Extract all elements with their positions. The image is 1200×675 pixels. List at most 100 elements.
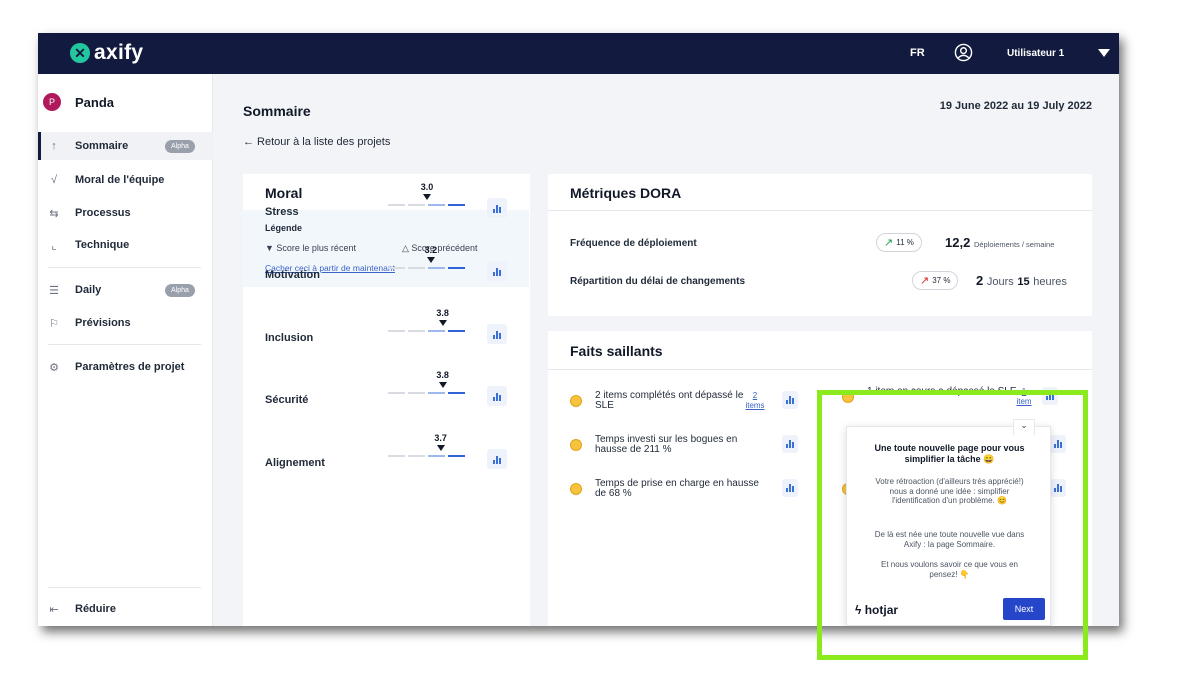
sidebar-item-label: Sommaire [75, 140, 129, 152]
bar-chart-icon[interactable] [487, 198, 507, 218]
axify-logo[interactable]: ✕ axify [70, 41, 143, 65]
moral-row: Inclusion 3.8 [243, 308, 529, 360]
user-menu-name[interactable]: Utilisateur 1 [1007, 48, 1064, 59]
sidebar-item-label: Prévisions [75, 317, 131, 329]
date-range[interactable]: 19 June 2022 au 19 July 2022 [940, 100, 1092, 112]
moral-scale-segment [448, 267, 465, 269]
top-bar: ✕ axify FR Utilisateur 1 [38, 33, 1119, 74]
chevron-down-icon[interactable] [1098, 49, 1110, 57]
moral-scale-segment [408, 330, 425, 332]
bar-chart-icon[interactable] [487, 449, 507, 469]
bar-chart-icon[interactable] [782, 479, 798, 497]
bar-chart-icon[interactable] [782, 435, 798, 453]
flag-icon: ⚐ [49, 317, 59, 330]
sidebar: P Panda ↑ Sommaire Alpha √ Moral de l'éq… [38, 74, 213, 626]
project-header[interactable]: P Panda [43, 93, 114, 111]
sidebar-item-label: Daily [75, 284, 102, 296]
sidebar-item-sommaire[interactable]: ↑ Sommaire Alpha [38, 132, 213, 160]
moral-row-label: Stress [265, 206, 299, 218]
dora-card: Métriques DORA Fréquence de déploiement … [548, 174, 1092, 316]
project-avatar: P [43, 93, 61, 111]
moral-scale-segment [388, 267, 405, 269]
card-divider [548, 369, 1092, 370]
sidebar-item-previsions[interactable]: ⚐ Prévisions [38, 309, 213, 337]
dora-title: Métriques DORA [570, 185, 682, 201]
pulse-icon: √ [50, 174, 58, 186]
score-marker [426, 257, 435, 263]
trend-chart-icon: ⌞ [51, 239, 57, 252]
screenshot-stage: ✕ axify FR Utilisateur 1 P Panda ↑ Somma… [0, 0, 1200, 675]
arrow-up-icon: ↗ [920, 275, 930, 287]
sidebar-divider [48, 267, 201, 268]
alpha-badge: Alpha [165, 283, 195, 297]
moral-row: Sécurité 3.8 [243, 370, 529, 422]
moral-scale-segment [388, 330, 405, 332]
sidebar-divider [48, 587, 201, 588]
bar-chart-icon[interactable] [487, 324, 507, 344]
sidebar-item-processus[interactable]: ⇆ Processus [38, 199, 213, 227]
moral-scale-segment [448, 392, 465, 394]
moral-score: 3.8 [436, 370, 449, 380]
highlight-item: Temps investi sur les bogues en hausse d… [570, 435, 810, 475]
moral-scale-segment [408, 392, 425, 394]
sidebar-item-daily[interactable]: ☰ Daily Alpha [38, 276, 213, 304]
moral-scale-segment [388, 392, 405, 394]
arrow-up-icon: ↗ [884, 237, 894, 249]
moral-scale-segment [388, 455, 405, 457]
sidebar-item-parametres[interactable]: ⚙ Paramètres de projet [38, 353, 213, 381]
sidebar-item-technique[interactable]: ⌞ Technique [38, 231, 213, 259]
moral-row-label: Motivation [265, 269, 320, 281]
highlight-text: 2 items complétés ont dépassé le SLE [595, 390, 744, 411]
highlight-item: 2 items complétés ont dépassé le SLE 2 it… [570, 391, 810, 431]
moral-scale-segment [408, 204, 425, 206]
sidebar-item-label: Moral de l'équipe [75, 174, 165, 186]
logo-text: axify [94, 41, 144, 64]
highlight-text: Temps de prise en charge en hausse de 68… [595, 478, 759, 499]
moral-row-label: Inclusion [265, 332, 314, 344]
axify-logo-icon: ✕ [70, 43, 90, 63]
bar-chart-icon[interactable] [487, 261, 507, 281]
deploy-change: 11 % [896, 238, 914, 247]
moral-card: Moral Légende ▼ Score le plus récent △ S… [243, 174, 530, 626]
link-text: items [745, 401, 765, 410]
moral-scale-segment [448, 330, 465, 332]
moral-row: Motivation 3.2 [243, 245, 529, 297]
sidebar-item-moral[interactable]: √ Moral de l'équipe [38, 166, 213, 194]
user-icon[interactable] [954, 43, 973, 62]
collapse-sidebar-button[interactable]: ⇤ Réduire [38, 595, 213, 623]
moral-scale-segment [408, 455, 425, 457]
lead-days: 2 [976, 273, 984, 288]
card-divider [548, 210, 1092, 211]
moral-row-label: Sécurité [265, 394, 309, 406]
lead-hours: 15 [1017, 276, 1030, 288]
language-switch[interactable]: FR [910, 47, 925, 59]
page-title: Sommaire [243, 103, 311, 119]
lead-time-label: Répartition du délai de changements [570, 276, 746, 287]
highlights-title: Faits saillants [570, 343, 663, 359]
moral-scale-segment [448, 455, 465, 457]
lead-value: 2 Jours 15 heures [976, 273, 1067, 288]
deploy-change-badge: ↗ 11 % [876, 233, 922, 252]
moral-scale-segment [388, 204, 405, 206]
process-icon: ⇆ [49, 207, 59, 220]
highlight-items-link[interactable]: 2 items [740, 391, 770, 411]
moral-scale-segment [408, 267, 425, 269]
moral-row-label: Alignement [265, 457, 325, 469]
moral-scale-segment [428, 330, 445, 332]
bar-chart-icon[interactable] [487, 386, 507, 406]
thinking-face-icon [570, 483, 582, 495]
gear-icon: ⚙ [49, 361, 59, 374]
lead-change-badge: ↗ 37 % [912, 271, 959, 290]
lead-change: 37 % [932, 276, 951, 285]
moral-scale-segment [448, 204, 465, 206]
moral-score: 3.0 [420, 182, 434, 192]
moral-score: 3.8 [436, 308, 449, 318]
highlight-item: Temps de prise en charge en hausse de 68… [570, 479, 810, 519]
bar-chart-icon[interactable] [782, 391, 798, 409]
thinking-face-icon [570, 439, 582, 451]
back-to-projects-link[interactable]: ← Retour à la liste des projets [243, 136, 390, 148]
sidebar-item-label: Paramètres de projet [75, 361, 185, 373]
collapse-icon: ⇤ [49, 603, 59, 616]
alpha-badge: Alpha [165, 139, 195, 153]
moral-scale-segment [428, 455, 445, 457]
